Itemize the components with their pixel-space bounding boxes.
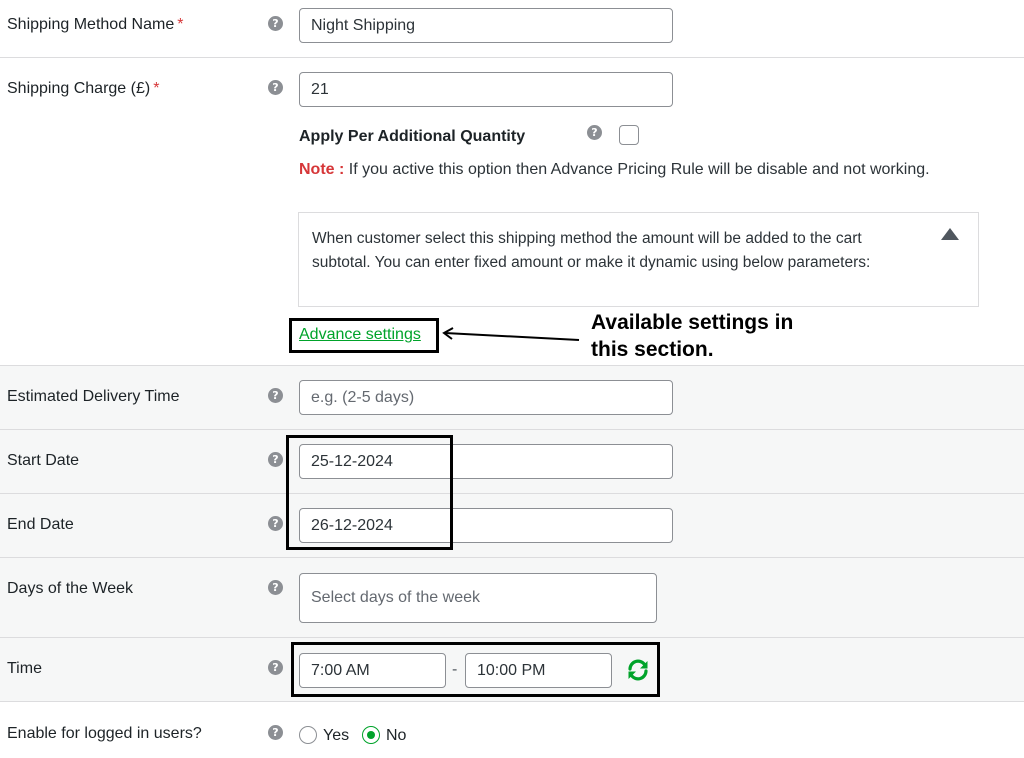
delivery-time-label: Estimated Delivery Time [7,388,180,405]
row-delivery-time: Estimated Delivery Time ? e.g. (2-5 days… [0,366,1024,430]
days-of-week-select[interactable]: Select days of the week [299,573,657,623]
annotation-text: Available settings in this section. [591,311,794,361]
description-text: When customer select this shipping metho… [312,230,871,271]
help-icon[interactable]: ? [268,660,283,675]
row-logged-in: Enable for logged in users? ? Yes No [0,702,1024,758]
no-radio-label: No [386,727,407,744]
row-start-date: Start Date ? 25-12-2024 [0,430,1024,494]
delivery-time-input[interactable]: e.g. (2-5 days) [299,380,673,415]
logged-in-label: Enable for logged in users? [7,725,202,742]
note-label: Note : [299,161,345,178]
help-icon[interactable]: ? [268,580,283,595]
date-highlight [286,435,453,550]
row-end-date: End Date ? 26-12-2024 [0,494,1024,558]
help-icon[interactable]: ? [587,125,602,140]
shipping-charge-label: Shipping Charge (£) * [7,80,160,97]
advance-settings-link[interactable]: Advance settings [299,326,421,344]
method-name-label: Shipping Method Name * [7,16,184,33]
yes-radio-label: Yes [323,727,350,744]
time-highlight [291,642,660,697]
method-name-input[interactable]: Night Shipping [299,8,673,43]
days-of-week-label: Days of the Week [7,580,133,597]
help-icon[interactable]: ? [268,516,283,531]
no-radio[interactable] [362,726,380,744]
per-quantity-label: Apply Per Additional Quantity [299,128,526,145]
help-icon[interactable]: ? [268,725,283,740]
help-icon[interactable]: ? [268,452,283,467]
help-icon[interactable]: ? [268,80,283,95]
start-date-label: Start Date [7,452,80,469]
required-mark: * [177,16,184,33]
yes-radio[interactable] [299,726,317,744]
note-text: Note : If you active this option then Ad… [299,161,930,179]
help-icon[interactable]: ? [268,388,283,403]
note-body: If you active this option then Advance P… [344,161,930,178]
end-date-label: End Date [7,516,74,533]
collapse-toggle-icon[interactable] [941,228,959,240]
arrow-icon [442,327,580,341]
time-label: Time [7,660,42,677]
required-mark: * [153,80,160,97]
description-box: When customer select this shipping metho… [298,212,979,307]
row-days-of-week: Days of the Week ? Select days of the we… [0,558,1024,638]
shipping-charge-input[interactable]: 21 [299,72,673,107]
row-method-name: Shipping Method Name * ? Night Shipping [0,0,1024,58]
help-icon[interactable]: ? [268,16,283,31]
per-quantity-checkbox[interactable] [619,125,639,145]
